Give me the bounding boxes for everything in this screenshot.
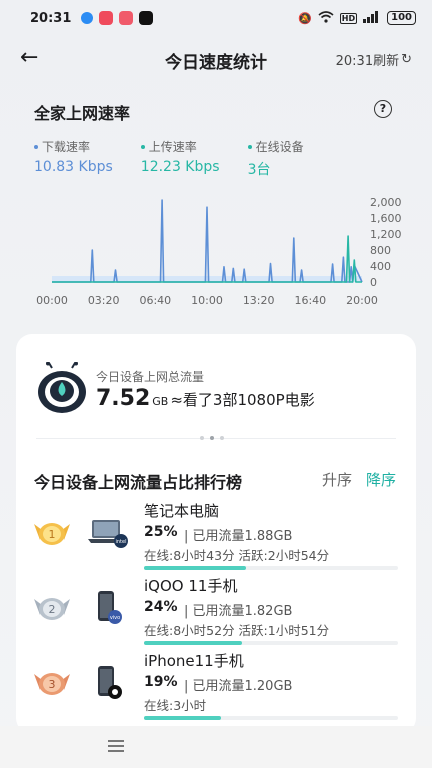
mute-icon: 🔕 xyxy=(298,11,312,25)
legend-upload-label: 上传速率 xyxy=(148,140,197,154)
speed-legend: 下载速率 10.83 Kbps 上传速率 12.23 Kbps 在线设备 3台 xyxy=(34,138,304,179)
hd-icon: HD xyxy=(339,12,358,24)
status-indicators: 🔕 HD 100 xyxy=(298,10,416,26)
y-tick-label: 1,600 xyxy=(370,212,402,225)
x-tick-label: 10:00 xyxy=(191,294,223,307)
bottom-navigation-bar xyxy=(0,726,432,768)
x-tick-label: 16:40 xyxy=(294,294,326,307)
speed-chart: 2,000 1,600 1,200 800 400 0 00:00 03:20 06:40 10:… xyxy=(36,196,402,307)
legend-devices-label: 在线设备 xyxy=(255,140,304,154)
laptop-icon: intel xyxy=(88,520,128,548)
help-icon[interactable]: ? xyxy=(374,100,392,118)
pager-dots xyxy=(200,436,224,440)
ranking-row[interactable]: 2 vivo iQOO 11手机 24% | 已用流量1.82GB 在线:8小时… xyxy=(16,575,416,647)
legend-download: 下载速率 10.83 Kbps xyxy=(34,138,113,179)
video-app-icon xyxy=(99,11,114,25)
legend-devices: 在线设备 3台 xyxy=(247,138,304,179)
silver-medal-icon: 2 xyxy=(34,598,70,620)
sort-ascending-button[interactable]: 升序 xyxy=(322,469,352,490)
traffic-share-fill xyxy=(144,641,242,645)
x-tick-label: 20:00 xyxy=(346,294,378,307)
device-percent: 24% xyxy=(144,599,178,615)
notification-icons xyxy=(81,11,154,25)
x-tick-label: 06:40 xyxy=(139,294,171,307)
y-tick-label: 800 xyxy=(370,244,391,257)
traffic-share-fill xyxy=(144,716,222,720)
series-line-0 xyxy=(52,199,363,283)
status-bar: 20:31 🔕 HD 100 xyxy=(0,0,432,36)
traffic-share-bar xyxy=(144,566,398,570)
legend-download-value: 10.83 Kbps xyxy=(34,159,113,175)
refresh-icon: ↻ xyxy=(401,52,412,67)
y-tick-label: 2,000 xyxy=(370,196,402,209)
app-notification-icon xyxy=(81,12,94,24)
gold-medal-icon: 1 xyxy=(34,523,70,545)
battery-indicator: 100 xyxy=(387,11,416,25)
x-tick-label: 13:20 xyxy=(243,294,275,307)
device-percent: 25% xyxy=(144,524,178,540)
speed-section: 全家上网速率 ? 下载速率 10.83 Kbps 上传速率 12.23 Kbps… xyxy=(0,90,432,320)
device-online-time: 在线:3小时 xyxy=(144,698,207,713)
nav-bar: ← 今日速度统计 20:31刷新 ↻ xyxy=(0,40,432,76)
legend-upload: 上传速率 12.23 Kbps xyxy=(140,138,220,179)
phone-icon xyxy=(98,666,122,699)
robot-mascot-icon xyxy=(38,362,86,413)
legend-dot xyxy=(34,144,38,149)
refresh-button[interactable]: 20:31刷新 ↻ xyxy=(336,50,412,69)
traffic-share-fill xyxy=(144,566,246,570)
device-used-traffic: | 已用流量1.20GB xyxy=(184,679,293,694)
sort-descending-button[interactable]: 降序 xyxy=(366,469,396,490)
y-tick-label: 400 xyxy=(370,260,391,273)
tiktok-icon xyxy=(139,11,154,25)
refresh-label: 20:31刷新 xyxy=(335,54,400,69)
music-app-icon xyxy=(119,11,134,25)
device-percent: 19% xyxy=(144,674,178,690)
bronze-medal-icon: 3 xyxy=(34,673,70,695)
medal-rank: 1 xyxy=(49,528,56,541)
device-online-time: 在线:8小时52分 活跃:1小时51分 xyxy=(144,623,330,638)
legend-upload-value: 12.23 Kbps xyxy=(140,159,220,175)
chart-baseline-area xyxy=(52,276,362,282)
device-name: iPhone11手机 xyxy=(144,652,244,670)
wifi-icon xyxy=(318,10,334,26)
total-traffic-value: 7.52 xyxy=(96,386,151,411)
speed-title: 全家上网速率 xyxy=(34,104,131,123)
medal-rank: 2 xyxy=(49,603,56,616)
total-traffic-unit: GB xyxy=(152,395,169,408)
svg-text:vivo: vivo xyxy=(110,615,120,621)
medal-rank: 3 xyxy=(49,678,56,691)
status-time: 20:31 xyxy=(30,10,72,26)
traffic-share-bar xyxy=(144,716,398,720)
total-traffic-label: 今日设备上网总流量 xyxy=(96,370,205,384)
x-tick-label: 03:20 xyxy=(88,294,120,307)
y-tick-label: 0 xyxy=(370,276,377,289)
traffic-share-bar xyxy=(144,641,398,645)
x-tick-label: 00:00 xyxy=(36,294,68,307)
legend-download-label: 下载速率 xyxy=(42,140,91,154)
device-used-traffic: | 已用流量1.82GB xyxy=(184,604,293,619)
device-name: 笔记本电脑 xyxy=(144,502,220,520)
legend-dot xyxy=(247,144,252,149)
ranking-row[interactable]: 1 intel 笔记本电脑 25% | 已用流量1.88GB 在线:8小时43分… xyxy=(16,500,416,572)
svg-text:intel: intel xyxy=(116,539,127,545)
ranking-row[interactable]: 3 iPhone11手机 19% | 已用流量1.20GB 在线:3小时 xyxy=(16,650,416,722)
phone-icon: vivo xyxy=(98,591,122,624)
menu-icon[interactable] xyxy=(108,740,124,752)
device-online-time: 在线:8小时43分 活跃:2小时54分 xyxy=(144,548,330,563)
traffic-card: 今日设备上网总流量 7.52 GB ≈看了3部1080P电影 今日设备上网流量占… xyxy=(16,334,416,734)
device-used-traffic: | 已用流量1.88GB xyxy=(184,529,293,544)
y-tick-label: 1,200 xyxy=(370,228,402,241)
total-traffic-compare: ≈看了3部1080P电影 xyxy=(170,391,315,409)
device-name: iQOO 11手机 xyxy=(144,577,238,595)
total-traffic-row: 7.52 GB ≈看了3部1080P电影 xyxy=(96,386,315,411)
legend-devices-value: 3台 xyxy=(247,162,271,178)
legend-dot xyxy=(140,144,145,149)
ranking-title: 今日设备上网流量占比排行榜 xyxy=(34,473,243,492)
signal-icon xyxy=(363,10,381,26)
back-button[interactable]: ← xyxy=(20,46,48,70)
